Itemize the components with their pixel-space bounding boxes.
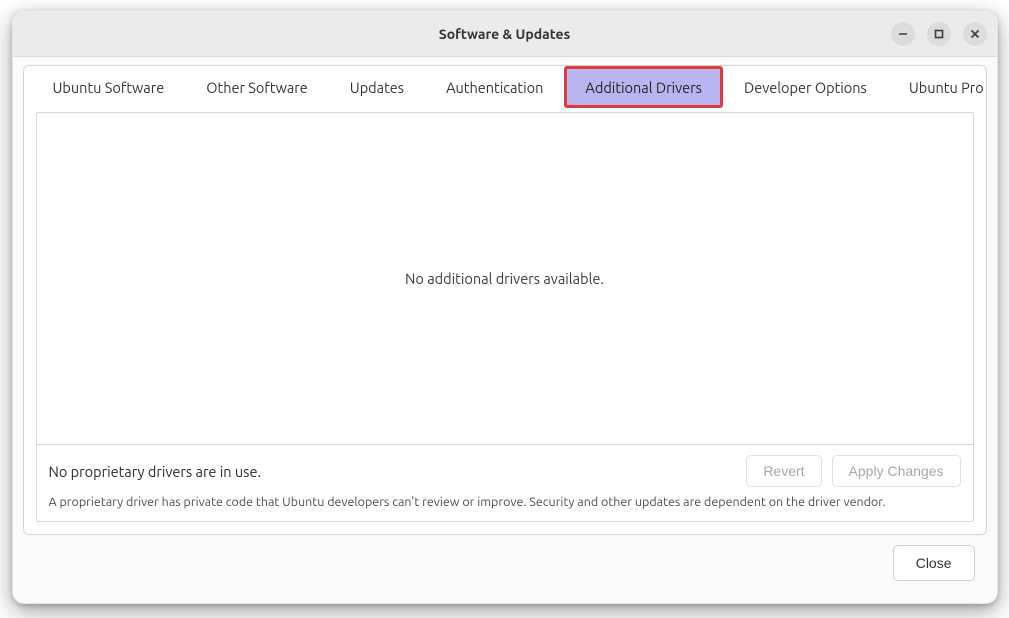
proprietary-hint: A proprietary driver has private code th… — [37, 493, 973, 521]
empty-message: No additional drivers available. — [405, 270, 604, 287]
button-label: Close — [916, 555, 952, 571]
close-icon — [970, 29, 980, 39]
tab-authentication[interactable]: Authentication — [425, 66, 564, 108]
apply-changes-button[interactable]: Apply Changes — [832, 455, 961, 487]
titlebar: Software & Updates — [13, 11, 997, 57]
maximize-button[interactable] — [927, 22, 951, 46]
content-area: Ubuntu Software Other Software Updates A… — [13, 57, 997, 603]
tab-label: Ubuntu Pro — [909, 79, 984, 96]
drivers-list-area: No additional drivers available. — [37, 113, 973, 445]
app-window: Software & Updates Ubuntu Software Other… — [12, 10, 998, 604]
tab-label: Updates — [350, 79, 404, 96]
maximize-icon — [934, 29, 944, 39]
tab-label: Other Software — [206, 79, 308, 96]
button-label: Apply Changes — [849, 463, 944, 479]
revert-button[interactable]: Revert — [746, 455, 821, 487]
tab-bar: Ubuntu Software Other Software Updates A… — [24, 66, 986, 108]
minimize-button[interactable] — [891, 22, 915, 46]
button-label: Revert — [763, 463, 804, 479]
tab-updates[interactable]: Updates — [329, 66, 425, 108]
window-controls — [891, 22, 987, 46]
status-text: No proprietary drivers are in use. — [49, 463, 737, 480]
status-row: No proprietary drivers are in use. Rever… — [37, 445, 973, 493]
tab-label: Additional Drivers — [585, 79, 702, 96]
tab-additional-drivers[interactable]: Additional Drivers — [564, 66, 723, 108]
tab-label: Developer Options — [744, 79, 867, 96]
window-title: Software & Updates — [439, 26, 570, 42]
minimize-icon — [898, 29, 908, 39]
tab-label: Ubuntu Software — [53, 79, 165, 96]
tab-developer-options[interactable]: Developer Options — [723, 66, 888, 108]
dialog-footer: Close — [23, 535, 987, 593]
tab-ubuntu-pro[interactable]: Ubuntu Pro — [888, 66, 998, 108]
tabbed-pane: Ubuntu Software Other Software Updates A… — [23, 65, 987, 535]
close-button[interactable]: Close — [893, 545, 975, 581]
additional-drivers-panel: No additional drivers available. No prop… — [36, 112, 974, 522]
tab-ubuntu-software[interactable]: Ubuntu Software — [32, 66, 186, 108]
tab-other-software[interactable]: Other Software — [185, 66, 329, 108]
close-window-button[interactable] — [963, 22, 987, 46]
tab-label: Authentication — [446, 79, 543, 96]
